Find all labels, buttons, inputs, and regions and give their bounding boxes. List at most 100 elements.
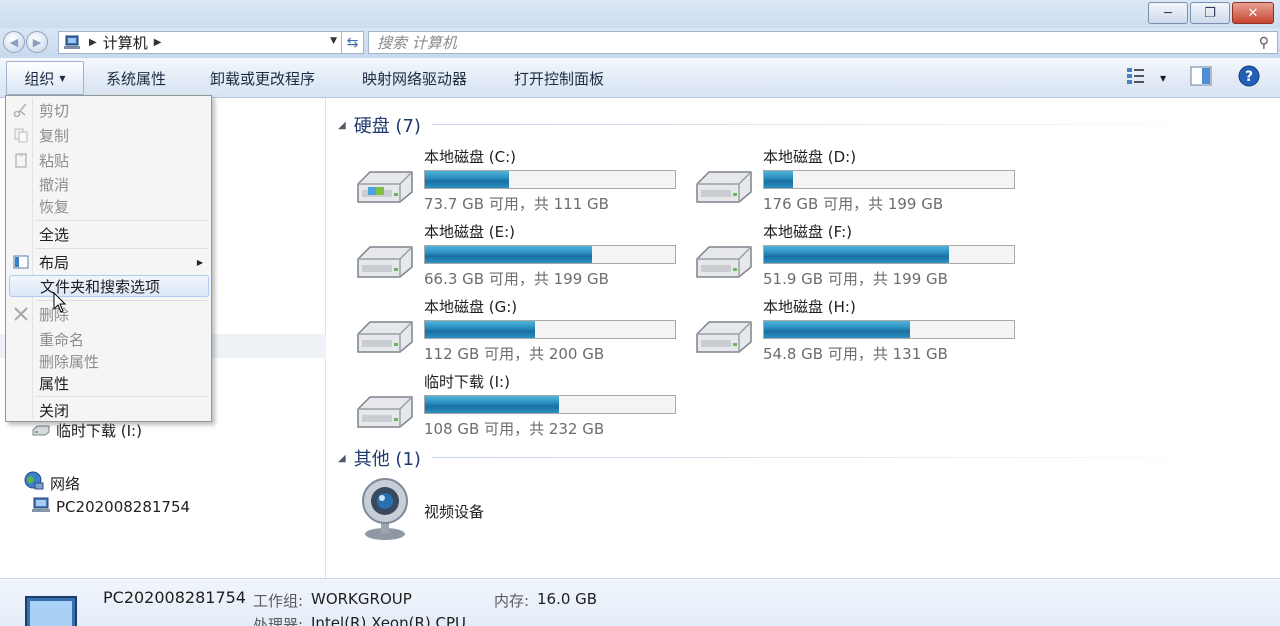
drive-free-space: 176 GB 可用，共 199 GB — [763, 195, 944, 213]
menu-item-remove-properties[interactable]: 删除属性 — [9, 350, 209, 372]
minimize-button[interactable]: ─ — [1148, 2, 1188, 24]
uninstall-program-button[interactable]: 卸载或更改程序 — [210, 58, 315, 98]
drive-item[interactable]: 本地磁盘 (D:) 176 GB 可用，共 199 GB — [693, 146, 1023, 216]
menu-item-close[interactable]: 关闭 — [9, 399, 209, 421]
hard-drive-icon — [354, 391, 416, 431]
menu-item-select-all[interactable]: 全选 — [9, 223, 209, 245]
drive-usage-bar — [763, 170, 1015, 189]
menu-item-properties[interactable]: 属性 — [9, 372, 209, 394]
drive-name: 本地磁盘 (G:) — [424, 298, 518, 316]
menu-item-copy[interactable]: 复制 — [9, 124, 209, 146]
breadcrumb-chevron-icon[interactable]: ▶ — [89, 37, 97, 48]
device-item-video[interactable]: 视频设备 — [354, 476, 684, 546]
hard-drive-icon — [693, 316, 755, 356]
menu-separator — [36, 396, 208, 397]
device-name: 视频设备 — [424, 503, 485, 521]
menu-item-folder-options[interactable]: 文件夹和搜索选项 — [9, 275, 209, 297]
details-computer-name: PC202008281754 — [103, 588, 246, 607]
hard-drive-icon — [354, 241, 416, 281]
drive-item[interactable]: 本地磁盘 (E:) 66.3 GB 可用，共 199 GB — [354, 221, 684, 291]
search-input[interactable]: 搜索 计算机 ⚲ — [368, 31, 1278, 54]
forward-button[interactable]: ▶ — [26, 31, 48, 53]
drive-item[interactable]: 本地磁盘 (C:) 73.7 GB 可用，共 111 GB — [354, 146, 684, 216]
drive-item[interactable]: 本地磁盘 (F:) 51.9 GB 可用，共 199 GB — [693, 221, 1023, 291]
computer-icon — [32, 497, 50, 517]
chevron-down-icon: ▼ — [59, 73, 66, 83]
open-control-panel-button[interactable]: 打开控制面板 — [514, 58, 604, 98]
group-header-label: 其他 (1) — [353, 449, 421, 470]
drive-item[interactable]: 本地磁盘 (G:) 112 GB 可用，共 200 GB — [354, 296, 684, 366]
preview-pane-button[interactable] — [1190, 66, 1212, 90]
address-dropdown-icon[interactable]: ▼ — [330, 36, 337, 46]
address-bar[interactable]: ▶ 计算机 ▶ ▼ — [58, 31, 342, 54]
menu-item-layout[interactable]: 布局 ▶ — [9, 251, 209, 273]
collapse-triangle-icon: ◢ — [338, 452, 346, 464]
menu-item-label: 恢复 — [39, 197, 70, 216]
drive-icon — [32, 422, 50, 440]
drive-usage-fill — [764, 321, 910, 338]
svg-text:?: ? — [1245, 69, 1253, 85]
organize-label: 组织 — [24, 69, 55, 88]
group-header-hard-disks[interactable]: ◢ 硬盘 (7) — [338, 112, 421, 138]
system-properties-button[interactable]: 系统属性 — [106, 58, 166, 98]
drive-usage-bar — [424, 245, 676, 264]
details-pane: PC202008281754 工作组: WORKGROUP 内存: 16.0 G… — [0, 578, 1280, 626]
menu-item-cut[interactable]: 剪切 — [9, 99, 209, 121]
menu-separator — [36, 248, 208, 249]
back-button[interactable]: ◀ — [3, 31, 25, 53]
nav-item-pc[interactable]: PC202008281754 — [32, 497, 190, 517]
hard-drive-icon — [354, 166, 416, 206]
title-bar: ─ ❐ ✕ — [0, 0, 1280, 30]
nav-item-temp-download[interactable]: 临时下载 (I:) — [32, 420, 142, 441]
hard-drive-icon — [354, 316, 416, 356]
drive-usage-bar — [424, 320, 676, 339]
menu-item-rename[interactable]: 重命名 — [9, 328, 209, 350]
help-button[interactable]: ? — [1238, 65, 1260, 91]
delete-x-icon — [13, 306, 29, 322]
close-button[interactable]: ✕ — [1232, 2, 1274, 24]
refresh-icon: ⇆ — [346, 34, 359, 51]
refresh-button[interactable]: ⇆ — [342, 31, 364, 54]
menu-item-label: 重命名 — [39, 330, 85, 349]
help-icon: ? — [1238, 65, 1260, 91]
search-icon[interactable]: ⚲ — [1259, 35, 1269, 51]
chevron-down-icon: ▼ — [1160, 73, 1167, 83]
drive-free-space: 73.7 GB 可用，共 111 GB — [424, 195, 609, 213]
menu-item-redo[interactable]: 恢复 — [9, 195, 209, 217]
change-view-button[interactable]: ▼ — [1126, 66, 1166, 90]
drive-usage-fill — [425, 246, 592, 263]
drive-free-space: 108 GB 可用，共 232 GB — [424, 420, 605, 438]
command-bar: 组织 ▼ 系统属性 卸载或更改程序 映射网络驱动器 打开控制面板 ▼ ? — [0, 58, 1280, 98]
maximize-button[interactable]: ❐ — [1190, 2, 1230, 24]
drive-item[interactable]: 临时下载 (I:) 108 GB 可用，共 232 GB — [354, 371, 684, 441]
menu-item-label: 全选 — [39, 225, 70, 244]
menu-item-label: 剪切 — [39, 101, 70, 120]
drive-usage-bar — [763, 245, 1015, 264]
breadcrumb-chevron-icon[interactable]: ▶ — [154, 37, 162, 48]
search-placeholder: 搜索 计算机 — [377, 34, 457, 52]
drive-name: 本地磁盘 (F:) — [763, 223, 852, 241]
nav-item-label: PC202008281754 — [56, 498, 191, 516]
group-divider — [432, 124, 1252, 125]
menu-item-undo[interactable]: 撤消 — [9, 173, 209, 195]
computer-icon — [63, 35, 83, 51]
breadcrumb-computer[interactable]: 计算机 — [103, 32, 148, 53]
drive-usage-bar — [424, 395, 676, 414]
drive-usage-fill — [425, 171, 509, 188]
drive-name: 本地磁盘 (E:) — [424, 223, 516, 241]
drive-item[interactable]: 本地磁盘 (H:) 54.8 GB 可用，共 131 GB — [693, 296, 1023, 366]
mouse-cursor-icon — [53, 292, 67, 313]
map-network-drive-button[interactable]: 映射网络驱动器 — [362, 58, 467, 98]
menu-item-delete[interactable]: 删除 — [9, 303, 209, 325]
details-workgroup-label: 工作组: — [253, 592, 304, 610]
menu-item-label: 复制 — [39, 126, 70, 145]
details-workgroup-value: WORKGROUP — [311, 590, 412, 608]
organize-button[interactable]: 组织 ▼ — [6, 61, 84, 95]
drive-free-space: 112 GB 可用，共 200 GB — [424, 345, 605, 363]
minimize-icon: ─ — [1164, 5, 1172, 21]
window-controls: ─ ❐ ✕ — [1148, 2, 1274, 24]
menu-item-paste[interactable]: 粘贴 — [9, 149, 209, 171]
nav-item-network[interactable]: 网络 — [24, 471, 80, 495]
group-header-other[interactable]: ◢ 其他 (1) — [338, 445, 421, 471]
preview-pane-icon — [1190, 66, 1212, 90]
